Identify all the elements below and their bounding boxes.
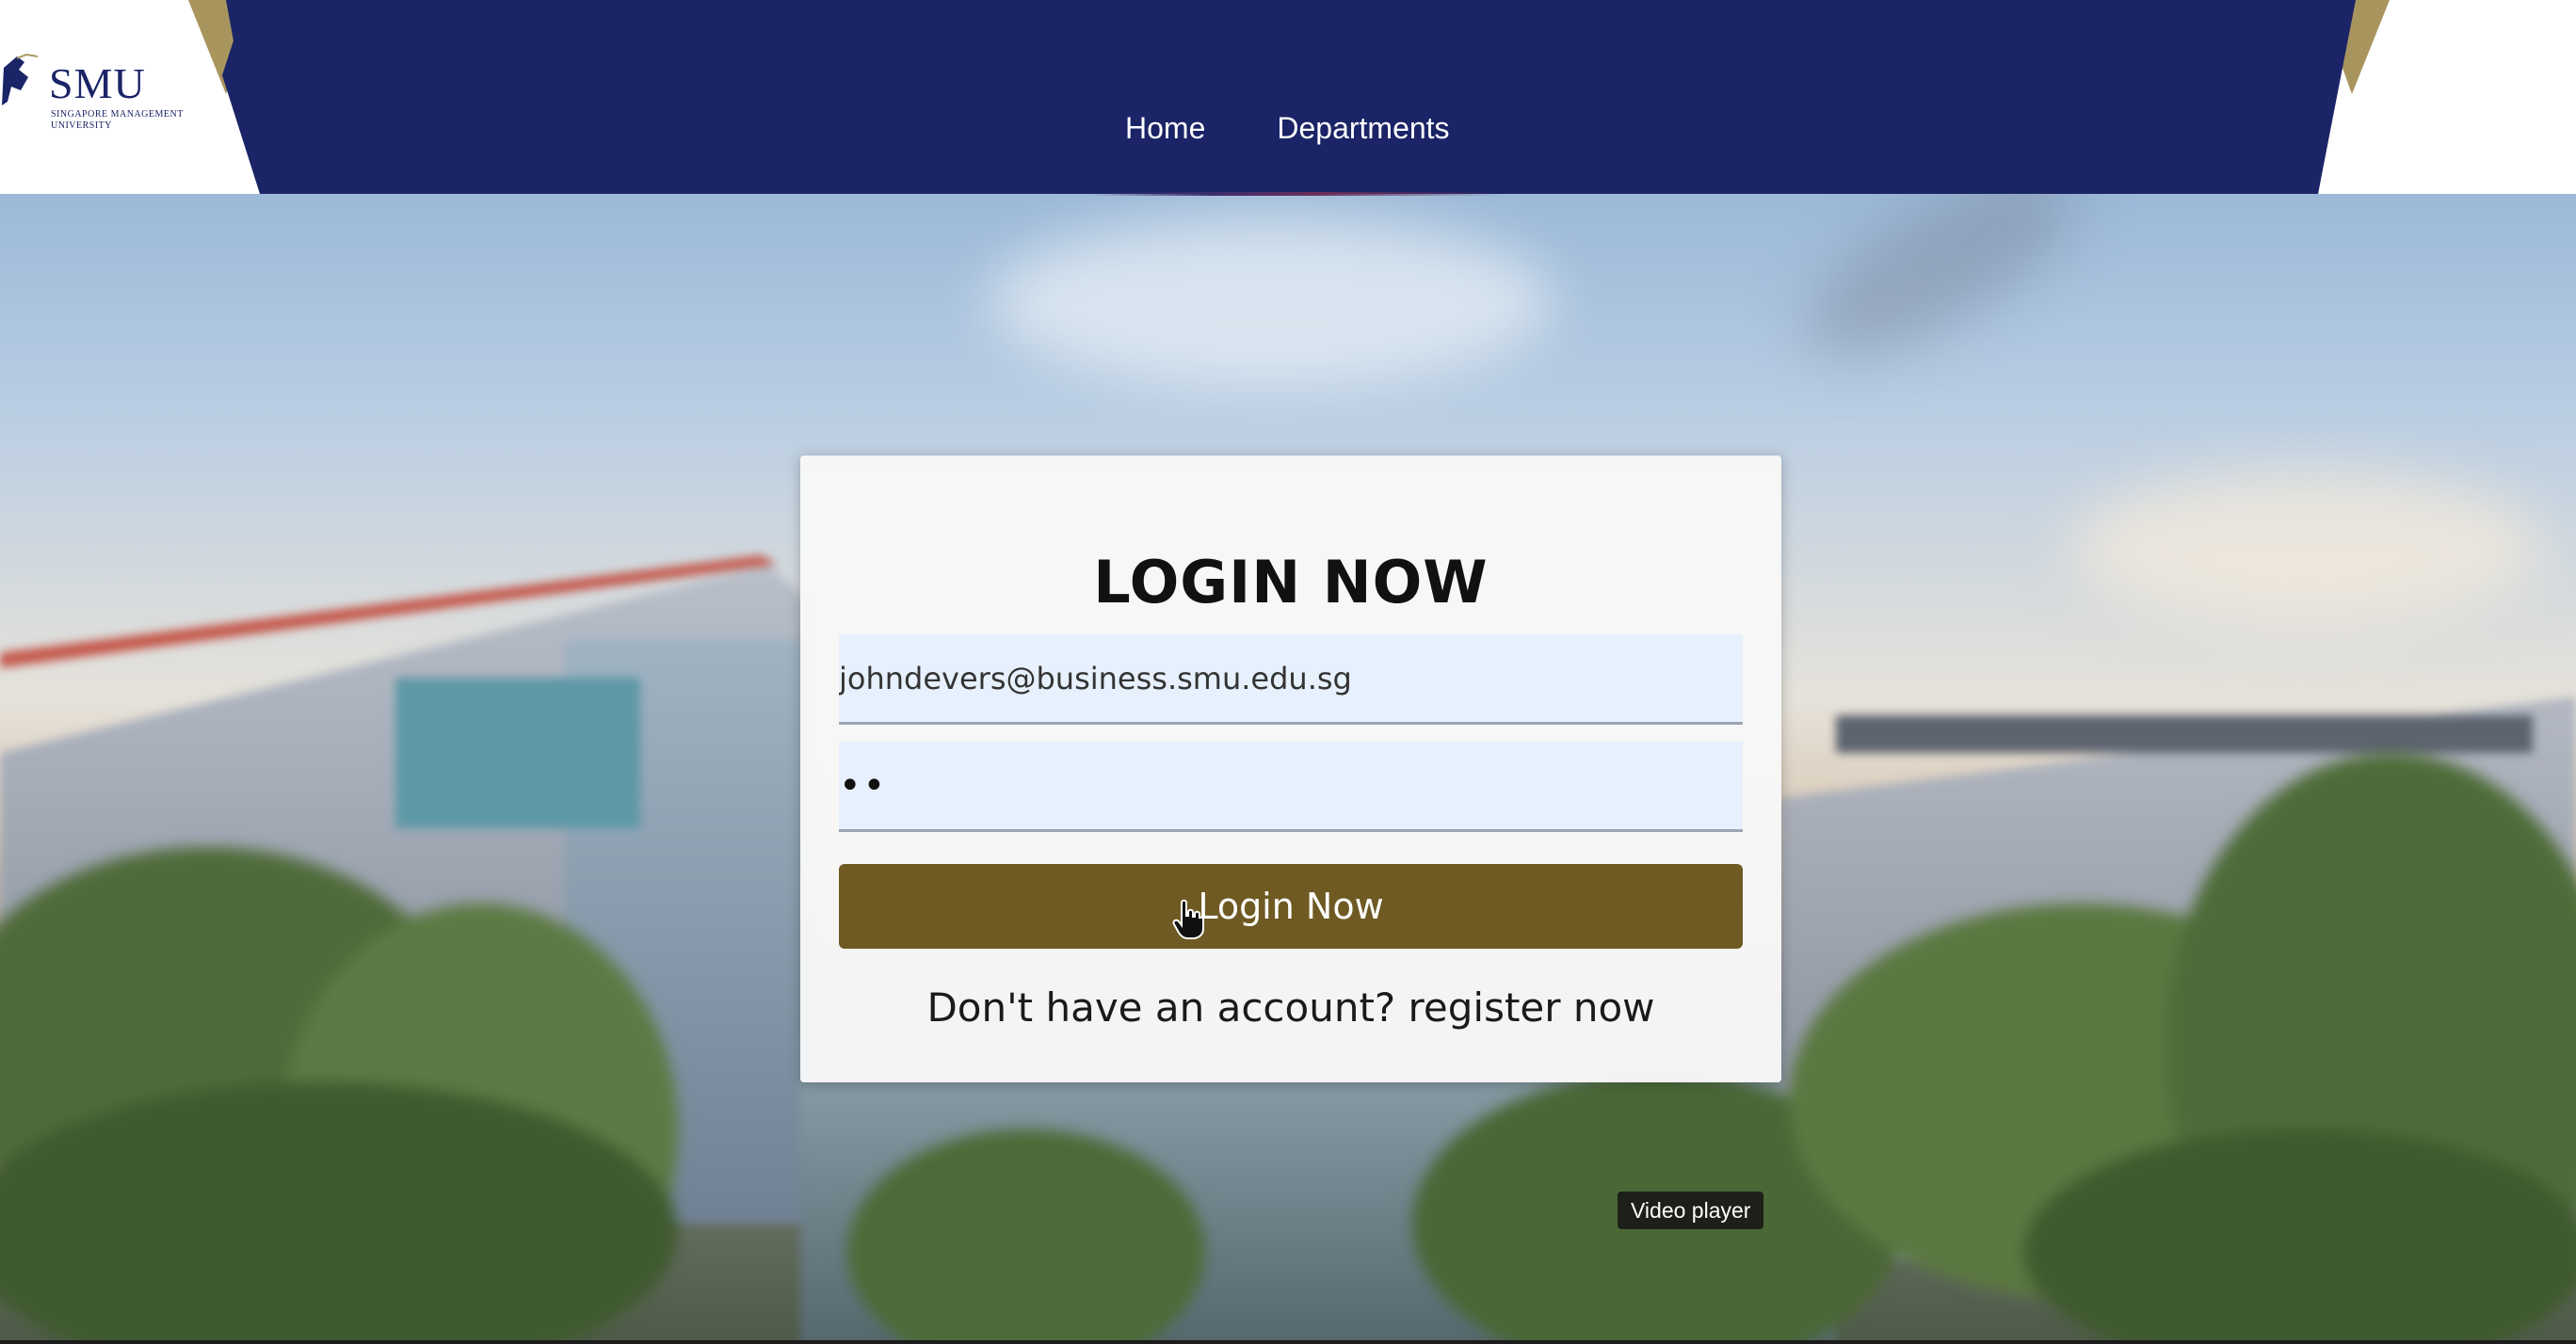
logo-text: SMU [49, 59, 146, 107]
nav-active-underline [1087, 192, 1502, 196]
nav-departments-link[interactable]: Departments [1277, 111, 1449, 152]
logo-subtext: SINGAPORE MANAGEMENT UNIVERSITY [51, 109, 184, 131]
login-title: LOGIN NOW [1093, 548, 1489, 616]
site-header: SMU SINGAPORE MANAGEMENT UNIVERSITY Home… [0, 0, 2576, 196]
nav-home-link[interactable]: Home [1125, 111, 1205, 152]
main-nav: Home Departments [1125, 111, 1450, 152]
header-banner [188, 0, 2390, 194]
register-prompt[interactable]: Don't have an account? register now [800, 984, 1781, 1031]
login-button[interactable]: Login Now [839, 864, 1743, 949]
register-link[interactable]: Don't have an account? register now [926, 984, 1654, 1031]
hand-pointer-icon [1172, 899, 1204, 939]
bottom-edge [0, 1340, 2576, 1344]
smu-logo[interactable]: SMU SINGAPORE MANAGEMENT UNIVERSITY [0, 49, 207, 139]
email-field[interactable] [839, 634, 1743, 725]
password-field[interactable] [839, 742, 1743, 832]
smu-lion-logo-icon [2, 53, 39, 105]
video-player-tooltip: Video player [1618, 1192, 1764, 1229]
login-form-card: LOGIN NOW Login Now Don't have an accoun… [800, 456, 1781, 1082]
